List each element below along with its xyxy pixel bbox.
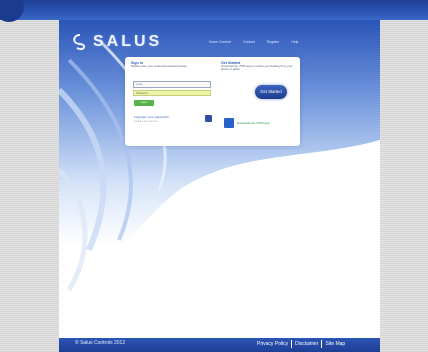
- copyright-text: © Salus Controls 2012: [75, 340, 126, 346]
- nav-item-home-comfort[interactable]: Home Comfort: [209, 40, 231, 44]
- footer-links: Privacy Policy Disclaimer Site Map: [257, 340, 345, 348]
- square-icon[interactable]: [205, 115, 212, 122]
- nav-item-register[interactable]: Register: [267, 40, 280, 44]
- sign-in-intro: Please enter your email and password bel…: [131, 64, 187, 68]
- forgot-password-link[interactable]: Forgotten your password?: [134, 115, 169, 119]
- email-field[interactable]: email: [133, 81, 211, 88]
- nav-item-help[interactable]: Help: [291, 40, 298, 44]
- app-download-link[interactable]: Download the iT500 app: [237, 121, 270, 125]
- create-account-text[interactable]: Create a new account: [134, 120, 174, 123]
- login-button[interactable]: Log In: [134, 100, 154, 106]
- nav-item-contact[interactable]: Contact: [243, 40, 255, 44]
- login-panel: Sign In Please enter your email and pass…: [125, 57, 300, 146]
- site-header: SALUS Home Comfort Contact Register Help: [59, 20, 380, 62]
- top-banner: [0, 0, 428, 20]
- logo-text: SALUS: [93, 33, 163, 50]
- password-field[interactable]: Password: [133, 90, 211, 96]
- get-started-button[interactable]: Get Started: [255, 85, 287, 99]
- disclaimer-link[interactable]: Disclaimer: [295, 341, 318, 347]
- get-started-column: Get Started Download the iT500 app to co…: [221, 61, 295, 145]
- salus-swirl-icon: [73, 34, 86, 51]
- page-content: SALUS Home Comfort Contact Register Help…: [59, 20, 380, 338]
- get-started-text: Download the iT500 app to control your h…: [221, 64, 293, 72]
- site-footer: © Salus Controls 2012 Privacy Policy Dis…: [59, 338, 380, 352]
- sign-in-column: Sign In Please enter your email and pass…: [131, 61, 213, 145]
- privacy-policy-link[interactable]: Privacy Policy: [257, 341, 288, 347]
- footer-separator: [291, 340, 293, 348]
- site-map-link[interactable]: Site Map: [325, 341, 345, 347]
- app-icon[interactable]: [224, 118, 234, 128]
- main-nav: Home Comfort Contact Register Help: [209, 40, 298, 44]
- footer-separator: [321, 340, 323, 348]
- salus-logo[interactable]: SALUS: [71, 32, 162, 52]
